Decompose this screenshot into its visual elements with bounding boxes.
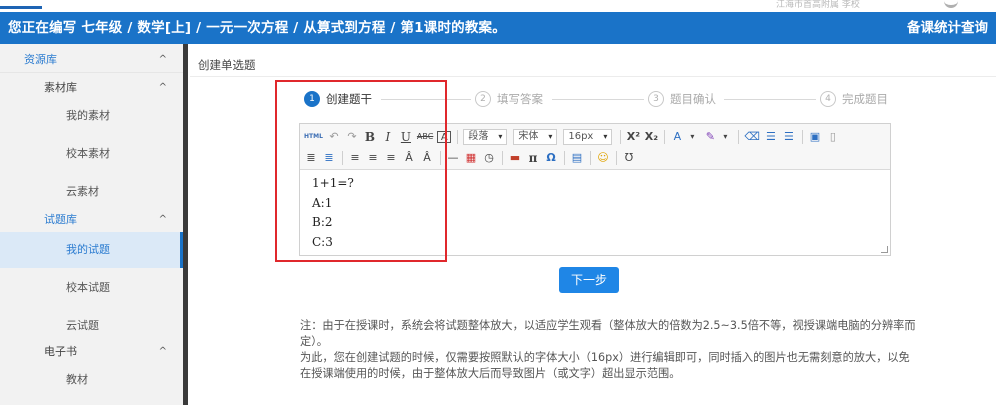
emoji-icon[interactable]: ☺ <box>596 150 610 166</box>
highlight-color-icon[interactable]: ✎ <box>703 129 717 145</box>
sidebar-item-school-material[interactable]: 校本素材 <box>0 144 183 164</box>
superscript-button[interactable]: X² <box>626 129 640 145</box>
date-icon[interactable]: ▦ <box>464 150 478 166</box>
document-icon[interactable]: ▯ <box>826 129 840 145</box>
divider <box>190 76 996 77</box>
sidebar-item-label: 校本试题 <box>66 281 110 294</box>
breadcrumb: 创建单选题 <box>198 58 256 72</box>
chevron-down-icon[interactable]: ▾ <box>685 129 699 145</box>
divider <box>616 151 617 165</box>
table-icon[interactable]: ▤ <box>570 150 584 166</box>
paragraph-value: 段落 <box>468 131 489 142</box>
step-connector <box>724 99 816 100</box>
user-menu-icon[interactable] <box>944 0 958 8</box>
sidebar-group-question-library[interactable]: 试题库 ^ <box>0 210 183 230</box>
sidebar-group-resource-library[interactable]: 资源库 ^ <box>0 50 183 70</box>
user-info: 江海市首高附属 李校 <box>776 0 860 10</box>
sidebar-group-label: 素材库 <box>44 81 77 94</box>
ordered-list-icon[interactable]: ☰ <box>764 129 778 145</box>
sidebar-item-cloud-questions[interactable]: 云试题 <box>0 316 183 336</box>
paragraph-select[interactable]: 段落 ▾ <box>463 129 508 145</box>
step-number: 4 <box>820 91 836 107</box>
symbol-button[interactable]: Ʊ <box>622 150 636 166</box>
step-label: 题目确认 <box>670 92 716 106</box>
sidebar: 资源库 ^ 素材库 ^ 我的素材 校本素材 云素材 试题库 ^ 我的试题 校本试… <box>0 44 188 405</box>
pi-symbol-button[interactable]: π <box>526 150 540 166</box>
header-bar: 您正在编写 七年级 / 数学[上] / 一元一次方程 / 从算式到方程 / 第1… <box>0 12 996 44</box>
step-label: 完成题目 <box>842 92 888 106</box>
chevron-up-icon: ^ <box>158 54 167 65</box>
sidebar-item-label: 云素材 <box>66 185 99 198</box>
divider <box>738 130 740 144</box>
divider <box>0 72 183 73</box>
dropdown-arrow-icon: ▾ <box>548 132 553 141</box>
dropdown-arrow-icon: ▾ <box>498 132 503 141</box>
note-line: 注：由于在授课时，系统会将试题整体放大，以适应学生观看（整体放大的倍数为2.5~… <box>300 319 916 348</box>
divider <box>502 151 503 165</box>
sidebar-item-label: 我的试题 <box>66 243 110 256</box>
logo <box>0 6 42 9</box>
sidebar-item-label: 教材 <box>66 373 88 386</box>
sidebar-group-label: 电子书 <box>44 345 77 358</box>
subscript-button[interactable]: X₂ <box>644 129 658 145</box>
time-icon[interactable]: ◷ <box>482 150 496 166</box>
note-text: 注：由于在授课时，系统会将试题整体放大，以适应学生观看（整体放大的倍数为2.5~… <box>300 318 920 382</box>
font-family-value: 宋体 <box>518 131 539 142</box>
step-confirm: 3 题目确认 <box>648 91 716 107</box>
divider <box>590 151 591 165</box>
divider <box>664 130 666 144</box>
sidebar-item-textbook[interactable]: 教材 <box>0 370 183 390</box>
font-size-select[interactable]: 16px ▾ <box>563 129 613 145</box>
sidebar-item-cloud-material[interactable]: 云素材 <box>0 182 183 202</box>
sidebar-group-ebook[interactable]: 电子书 ^ <box>0 342 183 362</box>
divider <box>801 130 803 144</box>
horizontal-rule-icon[interactable]: — <box>446 150 460 166</box>
sidebar-item-my-material[interactable]: 我的素材 <box>0 106 183 126</box>
unordered-list-icon[interactable]: ☰ <box>782 129 796 145</box>
next-step-button[interactable]: 下一步 <box>559 267 619 293</box>
divider <box>620 130 622 144</box>
dropdown-arrow-icon: ▾ <box>603 132 608 141</box>
select-all-icon[interactable]: ▣ <box>808 129 822 145</box>
step-connector <box>552 99 644 100</box>
sidebar-item-label: 校本素材 <box>66 147 110 160</box>
top-strip: 江海市首高附属 李校 <box>0 0 996 12</box>
sidebar-item-school-questions[interactable]: 校本试题 <box>0 278 183 298</box>
sidebar-group-label: 资源库 <box>24 53 57 66</box>
note-line: 为此，您在创建试题的时候，仅需要按照默认的字体大小（16px）进行编辑即可，同时… <box>300 351 910 380</box>
step-fill-answer: 2 填写答案 <box>475 91 543 107</box>
font-color-button[interactable]: A <box>670 129 684 145</box>
sidebar-group-material-library[interactable]: 素材库 ^ <box>0 78 183 98</box>
highlight-box <box>275 80 447 262</box>
stats-query-link[interactable]: 备课统计查询 <box>907 12 988 44</box>
step-number: 3 <box>648 91 664 107</box>
chevron-down-icon[interactable]: ▾ <box>718 129 732 145</box>
divider <box>457 130 459 144</box>
step-complete: 4 完成题目 <box>820 91 888 107</box>
chevron-up-icon: ^ <box>158 82 167 93</box>
sidebar-scrollbar[interactable] <box>183 44 188 405</box>
sidebar-item-label: 我的素材 <box>66 109 110 122</box>
step-number: 2 <box>475 91 491 107</box>
font-family-select[interactable]: 宋体 ▾ <box>513 129 558 145</box>
page-title: 您正在编写 七年级 / 数学[上] / 一元一次方程 / 从算式到方程 / 第1… <box>8 20 506 36</box>
divider <box>564 151 565 165</box>
font-size-value: 16px <box>568 131 594 142</box>
chevron-up-icon: ^ <box>158 346 167 357</box>
special-char-button[interactable]: Ω <box>544 150 558 166</box>
step-label: 填写答案 <box>497 92 543 106</box>
chevron-up-icon: ^ <box>158 214 167 225</box>
image-icon[interactable]: ▬ <box>508 150 522 166</box>
eraser-icon[interactable]: ⌫ <box>744 129 760 145</box>
resize-handle[interactable] <box>881 246 888 253</box>
sidebar-item-my-questions[interactable]: 我的试题 <box>0 232 183 268</box>
sidebar-item-label: 云试题 <box>66 319 99 332</box>
sidebar-group-label: 试题库 <box>44 213 77 226</box>
